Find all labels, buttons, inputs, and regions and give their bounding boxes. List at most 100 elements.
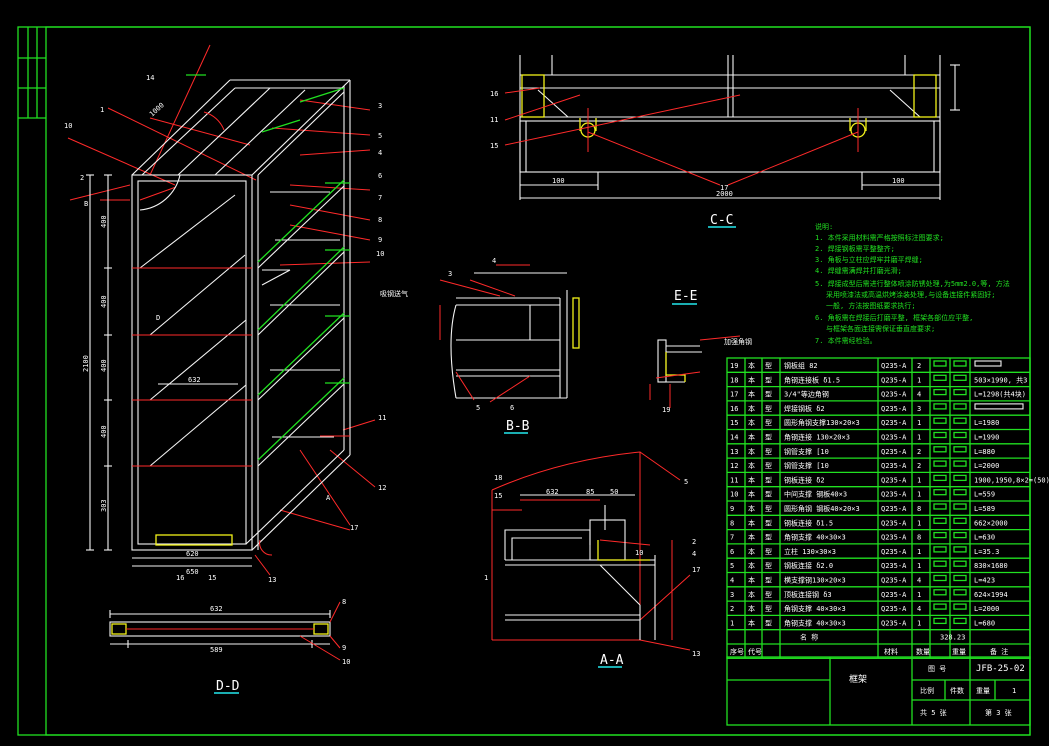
bom-note: L=1298(共4块) bbox=[974, 390, 1026, 399]
notes-line-7: 一般, 方法按图纸要求执行; bbox=[826, 301, 916, 310]
bom-code: 本 bbox=[748, 361, 755, 370]
bom-material: Q235-A bbox=[881, 505, 907, 513]
bom-material: Q235-A bbox=[881, 491, 907, 499]
bom-name: 焊接钢板 δ2 bbox=[784, 404, 825, 413]
cc-callout-16: 16 bbox=[490, 90, 498, 98]
notes-line-5: 5. 焊接成型后需进行整体喷涂防锈处理,为5mm2.0,等, 方法 bbox=[815, 279, 1010, 288]
dd-callout-8: 8 bbox=[342, 598, 346, 606]
iso-seg-1: 400 bbox=[100, 215, 108, 228]
dd-callout-10: 10 bbox=[342, 658, 350, 666]
aa-dim-c: 10 bbox=[635, 549, 643, 557]
bom-footer-label: 备 注 bbox=[990, 647, 1008, 656]
title-scale-label: 比例 bbox=[920, 686, 934, 695]
bom-note: 1900,1950,8×2=(50) bbox=[974, 476, 1049, 484]
bom-no: 7 bbox=[730, 534, 734, 542]
callout-8: 8 bbox=[378, 216, 382, 224]
bom-name: 钢管支撑 [10 bbox=[784, 447, 829, 456]
notes-line-3: 3. 角板与立柱应焊牢并磨平焊缝; bbox=[815, 255, 923, 264]
bom-qty: 8 bbox=[917, 534, 921, 542]
aa-dim-b: 50 bbox=[610, 488, 618, 496]
callout-4: 4 bbox=[378, 149, 382, 157]
iso-seg-2: 400 bbox=[100, 295, 108, 308]
bom-note: L=35.3 bbox=[974, 548, 999, 556]
callout-15: 15 bbox=[208, 574, 216, 582]
bom-name: 角钢连接板 δ1.5 bbox=[784, 375, 840, 384]
bom-no: 15 bbox=[730, 419, 738, 427]
bom-footer-label: 数量 bbox=[916, 647, 930, 656]
aa-callout-4: 4 bbox=[692, 550, 696, 558]
bom-footer-label: 名 称 bbox=[800, 633, 818, 642]
bb-callout-5: 5 bbox=[476, 404, 480, 412]
bom-code: 本 bbox=[748, 504, 755, 513]
bom-material: Q235-A bbox=[881, 519, 907, 527]
title-sheet-total: 共 5 张 bbox=[920, 708, 947, 717]
bom-qty: 1 bbox=[917, 519, 921, 527]
cc-dim-left: 100 bbox=[552, 177, 565, 185]
iso-seg-3: 400 bbox=[100, 359, 108, 372]
bom-qty: 2 bbox=[917, 462, 921, 470]
bom-name: 3/4"等边角钢 bbox=[784, 390, 829, 399]
iso-seg-5: 303 bbox=[100, 499, 108, 512]
bom-code: 本 bbox=[748, 418, 755, 427]
callout-16: 16 bbox=[176, 574, 184, 582]
bom-name: 圆形角钢支撑130×20×3 bbox=[784, 418, 860, 427]
bom-note: L=1980 bbox=[974, 419, 999, 427]
title-drawing-name: 框架 bbox=[849, 673, 867, 685]
bom-code: 本 bbox=[748, 390, 755, 399]
bom-cat: 型 bbox=[765, 533, 772, 542]
bom-name: 钢板组 82 bbox=[784, 361, 818, 370]
aa-callout-13: 13 bbox=[692, 650, 700, 658]
callout-10b: 10 bbox=[376, 250, 384, 258]
bom-name: 顶板连接钢 δ3 bbox=[784, 590, 832, 599]
bom-no: 12 bbox=[730, 462, 738, 470]
bom-total-weight: 328.23 bbox=[940, 634, 965, 642]
iso-height-dim: 2100 bbox=[82, 355, 90, 372]
callout-12: 12 bbox=[378, 484, 386, 492]
cc-callout-15: 15 bbox=[490, 142, 498, 150]
bom-cat: 型 bbox=[765, 618, 772, 627]
aa-view-label: A-A bbox=[600, 653, 624, 668]
iso-bottom-w1: 620 bbox=[186, 550, 199, 558]
dd-dim-bottom: 589 bbox=[210, 646, 223, 654]
bom-cat: 型 bbox=[765, 576, 772, 585]
iso-shelf-dim: 632 bbox=[188, 376, 201, 384]
callout-3: 3 bbox=[378, 102, 382, 110]
bom-code: 本 bbox=[748, 561, 755, 570]
bom-cat: 型 bbox=[765, 590, 772, 599]
bom-qty: 1 bbox=[917, 476, 921, 484]
callout-1: 1 bbox=[100, 106, 104, 114]
bom-code: 本 bbox=[748, 604, 755, 613]
bom-note: 830×1680 bbox=[974, 562, 1008, 570]
bom-material: Q235-A bbox=[881, 391, 907, 399]
bom-material: Q235-A bbox=[881, 434, 907, 442]
bom-code: 本 bbox=[748, 404, 755, 413]
title-qty-label: 件数 bbox=[950, 686, 964, 695]
bom-no: 5 bbox=[730, 562, 734, 570]
bom-no: 14 bbox=[730, 434, 738, 442]
bom-cat: 型 bbox=[765, 547, 772, 556]
aa-callout-5: 5 bbox=[684, 478, 688, 486]
title-sheet-no: 第 3 张 bbox=[985, 708, 1012, 717]
bom-code: 本 bbox=[748, 475, 755, 484]
notes-line-2: 2. 焊接钢板需平整整齐; bbox=[815, 244, 895, 253]
bom-name: 钢板连接 δ2.0 bbox=[784, 561, 833, 570]
bom-note: L=2000 bbox=[974, 462, 999, 470]
bom-cat: 型 bbox=[765, 561, 772, 570]
bom-material: Q235-A bbox=[881, 476, 907, 484]
bom-name: 横支撑钢130×20×3 bbox=[784, 576, 846, 585]
bom-code: 本 bbox=[748, 533, 755, 542]
bom-qty: 1 bbox=[917, 548, 921, 556]
bom-name: 角钢支撑 40×30×3 bbox=[784, 618, 846, 627]
bom-cat: 型 bbox=[765, 361, 772, 370]
bom-material: Q235-A bbox=[881, 448, 907, 456]
bom-name: 中间支撑 钢板40×3 bbox=[784, 490, 847, 499]
bom-code: 本 bbox=[748, 576, 755, 585]
bom-no: 4 bbox=[730, 577, 734, 585]
aa-dim-top: 632 bbox=[546, 488, 559, 496]
cad-drawing: 1000 2100 400 400 400 400 303 632 620 65… bbox=[0, 0, 1049, 746]
bom-footer-label: 序号 bbox=[730, 647, 744, 656]
bom-qty: 1 bbox=[917, 619, 921, 627]
notes-line-8: 6. 角板需在焊接后打磨平整, 框架各部位应平整, bbox=[815, 313, 973, 322]
aa-callout-2: 2 bbox=[692, 538, 696, 546]
bom-material: Q235-A bbox=[881, 534, 907, 542]
